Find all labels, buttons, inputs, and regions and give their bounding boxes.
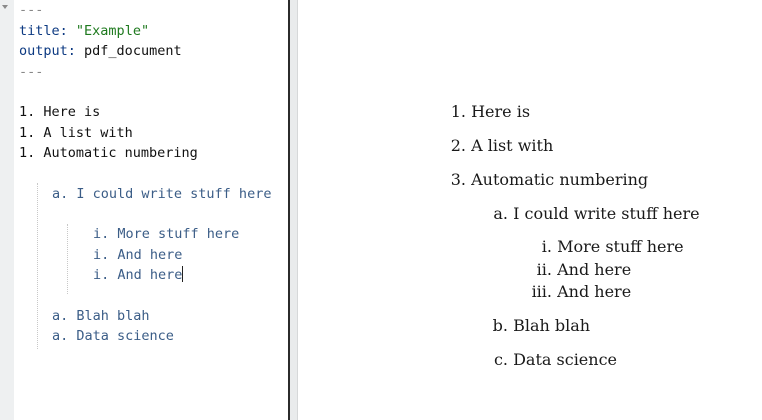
list-item: iii. And here [520, 281, 632, 303]
indent-guide [67, 224, 68, 294]
text-cursor [182, 266, 184, 282]
list-item-text: Here is [471, 102, 531, 121]
list-marker: b. [492, 316, 508, 335]
list-item: c. Data science [490, 349, 617, 371]
code-line: 1. Here is [19, 104, 101, 120]
code-line: a. Data science [52, 328, 174, 344]
list-item-text: And here [557, 282, 632, 301]
fold-toggle-icon[interactable] [2, 5, 8, 9]
code-line-active: i. And here [93, 265, 184, 285]
code-line-text: i. And here [93, 267, 183, 283]
code-area[interactable]: --- title: "Example" output: pdf_documen… [19, 0, 271, 344]
code-line: i. More stuff here [93, 226, 240, 242]
code-line: 1. A list with [19, 125, 133, 141]
yaml-string: "Example" [75, 23, 150, 39]
list-item-text: More stuff here [557, 237, 684, 256]
list-item: b. Blah blah [490, 315, 590, 337]
list-item: 2. A list with [446, 135, 554, 157]
code-line: i. And here [93, 247, 183, 263]
source-editor[interactable]: --- title: "Example" output: pdf_documen… [0, 0, 288, 420]
list-item: 1. Here is [446, 101, 530, 123]
list-marker: i. [541, 237, 552, 256]
list-marker: iii. [531, 282, 552, 301]
list-marker: ii. [536, 260, 552, 279]
code-line: a. I could write stuff here [52, 186, 272, 202]
yaml-output-line: output: pdf_document [19, 41, 182, 61]
yaml-key: output: [19, 43, 76, 59]
list-item-text: A list with [471, 136, 554, 155]
list-item: 3. Automatic numbering [446, 169, 648, 191]
list-item: i. More stuff here [520, 236, 684, 258]
list-marker: 2. [450, 136, 466, 155]
list-item: ii. And here [520, 259, 632, 281]
yaml-delimiter: --- [19, 64, 44, 80]
list-item-text: I could write stuff here [513, 204, 700, 223]
list-marker: 1. [450, 102, 466, 121]
yaml-title-line: title: "Example" [19, 21, 149, 41]
yaml-delimiter: --- [19, 2, 44, 18]
yaml-key: title: [19, 23, 68, 39]
yaml-value: pdf_document [84, 43, 182, 59]
list-item-text: Data science [513, 350, 618, 369]
code-line: a. Blah blah [52, 308, 150, 324]
list-item-text: Blah blah [513, 316, 591, 335]
list-item-text: Automatic numbering [471, 170, 649, 189]
code-line: 1. Automatic numbering [19, 145, 198, 161]
pane-splitter-handle[interactable] [290, 0, 298, 420]
editor-gutter [0, 0, 14, 420]
rendered-preview: 1. Here is 2. A list with 3. Automatic n… [298, 0, 762, 420]
list-item-text: And here [557, 260, 632, 279]
list-item: a. I could write stuff here [490, 203, 700, 225]
list-marker: c. [493, 350, 508, 369]
list-marker: 3. [450, 170, 466, 189]
list-marker: a. [493, 204, 508, 223]
